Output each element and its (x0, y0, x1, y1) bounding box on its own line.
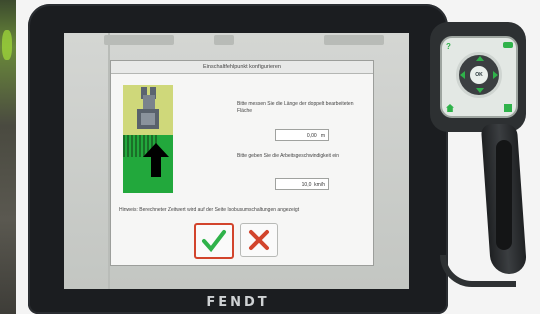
hint-text: Hinweis: Berechneter Zeitwert wird auf d… (119, 207, 300, 213)
x-icon (249, 230, 269, 250)
screen-tab (324, 35, 384, 45)
length-prompt: Bitte messen Sie die Länge der doppelt b… (237, 101, 354, 114)
length-unit: m (320, 133, 325, 139)
length-value: 0,00 (306, 133, 317, 139)
checkmark-icon (202, 230, 226, 253)
speed-unit: km/h (314, 182, 325, 188)
help-icon[interactable]: ? (446, 42, 456, 52)
confirm-button[interactable] (194, 223, 234, 259)
field-background (0, 0, 16, 314)
brand-logo: FENDT (206, 295, 270, 310)
right-arrow-icon[interactable] (493, 71, 498, 79)
dialog-title: Einschaltfehlpunkt konfigurieren (111, 61, 373, 74)
tractor-icon (137, 87, 159, 129)
speed-field[interactable]: 10,0 km/h (275, 178, 329, 190)
speed-prompt: Bitte geben Sie die Arbeitsgeschwindigke… (237, 153, 340, 159)
left-arrow-icon[interactable] (460, 71, 465, 79)
speed-value: 10,0 (301, 182, 312, 188)
down-arrow-icon[interactable] (476, 88, 484, 93)
screen-tab (104, 35, 174, 45)
arrow-up-icon (143, 143, 169, 177)
length-field[interactable]: 0,00 m (275, 129, 329, 141)
cancel-button[interactable] (240, 223, 278, 257)
handle-grip (496, 140, 512, 250)
ok-button[interactable]: OK (470, 66, 488, 84)
overlap-illustration (123, 135, 173, 193)
stop-icon[interactable] (504, 104, 512, 112)
screen-tab (214, 35, 234, 45)
back-icon[interactable] (503, 42, 513, 48)
up-arrow-icon[interactable] (476, 56, 484, 61)
terminal-arm (440, 255, 516, 287)
tractor-illustration (123, 85, 173, 135)
